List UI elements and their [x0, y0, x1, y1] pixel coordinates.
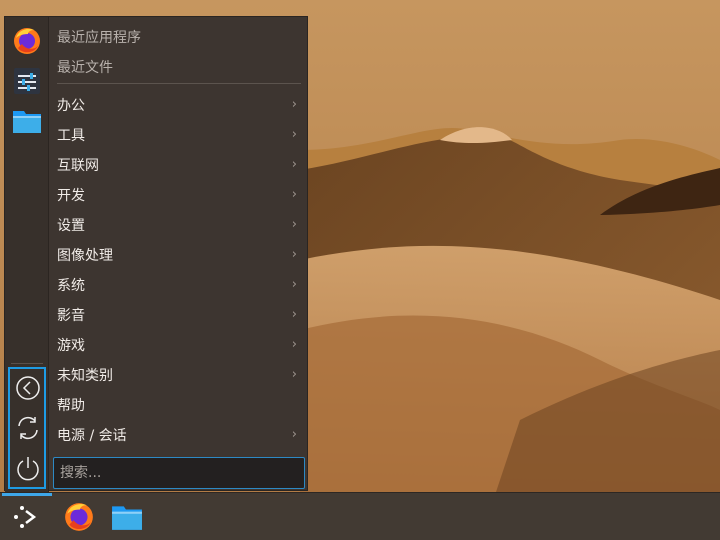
category-item[interactable]: 工具 › — [49, 120, 307, 150]
category-label: 图像处理 — [57, 248, 113, 264]
category-label: 帮助 — [57, 398, 85, 414]
chevron-right-icon: › — [291, 217, 297, 232]
category-item[interactable]: 帮助 — [49, 390, 307, 420]
firefox-icon[interactable] — [61, 499, 97, 535]
category-label: 互联网 — [57, 158, 99, 174]
category-label: 开发 — [57, 188, 85, 204]
folder-icon[interactable] — [109, 499, 145, 535]
category-item[interactable]: 开发 › — [49, 180, 307, 210]
favorites-divider — [11, 363, 43, 364]
category-label: 设置 — [57, 218, 85, 234]
chevron-right-icon: › — [291, 307, 297, 322]
chevron-right-icon: › — [291, 247, 297, 262]
category-item[interactable]: 系统 › — [49, 270, 307, 300]
lock-screen-icon[interactable] — [15, 375, 41, 401]
chevron-right-icon: › — [291, 157, 297, 172]
settings-icon[interactable] — [11, 65, 43, 97]
category-label: 工具 — [57, 128, 85, 144]
chevron-right-icon: › — [291, 367, 297, 382]
category-item[interactable]: 电源 / 会话 › — [49, 420, 307, 450]
firefox-icon[interactable] — [11, 25, 43, 57]
category-item[interactable]: 游戏 › — [49, 330, 307, 360]
chevron-right-icon: › — [291, 427, 297, 442]
recent-applications[interactable]: 最近应用程序 — [57, 27, 141, 47]
chevron-right-icon: › — [291, 127, 297, 142]
category-label: 系统 — [57, 278, 85, 294]
application-launcher-icon[interactable] — [9, 499, 45, 535]
category-label: 电源 / 会话 — [57, 428, 127, 444]
category-label: 未知类别 — [57, 368, 113, 384]
category-item[interactable]: 办公 › — [49, 90, 307, 120]
chevron-right-icon: › — [291, 277, 297, 292]
taskbar — [0, 492, 720, 540]
category-item[interactable]: 图像处理 › — [49, 240, 307, 270]
recent-files[interactable]: 最近文件 — [57, 57, 113, 77]
category-item[interactable]: 设置 › — [49, 210, 307, 240]
chevron-right-icon: › — [291, 187, 297, 202]
category-item[interactable]: 影音 › — [49, 300, 307, 330]
category-label: 影音 — [57, 308, 85, 324]
category-item[interactable]: 未知类别 › — [49, 360, 307, 390]
category-label: 游戏 — [57, 338, 85, 354]
category-item[interactable]: 互联网 › — [49, 150, 307, 180]
session-buttons-group — [8, 367, 46, 489]
chevron-right-icon: › — [291, 97, 297, 112]
search-input[interactable] — [53, 457, 305, 489]
favorites-sidebar — [5, 17, 49, 492]
folder-icon[interactable] — [11, 105, 43, 137]
power-icon[interactable] — [15, 455, 41, 481]
category-label: 办公 — [57, 98, 85, 114]
active-indicator — [2, 493, 52, 496]
switch-user-icon[interactable] — [15, 415, 41, 441]
category-separator — [57, 83, 301, 84]
application-menu: 最近应用程序 最近文件 办公 › 工具 › 互联网 › 开发 › 设置 › 图像处理 › 系统 › 影音 › 游… — [4, 16, 308, 492]
chevron-right-icon: › — [291, 337, 297, 352]
